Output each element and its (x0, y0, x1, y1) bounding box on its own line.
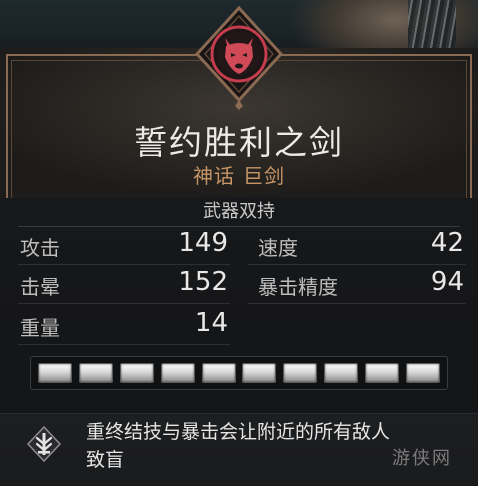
watermark: 游侠网 (392, 448, 452, 469)
stat-label-crit-precision: 暴击精度 (258, 275, 338, 299)
rarity-emblem (193, 2, 285, 110)
upgrade-slot (365, 363, 399, 383)
stat-value-speed: 42 (430, 228, 464, 258)
row-divider (18, 264, 230, 265)
stat-value-attack: 149 (178, 228, 228, 258)
perk-description-line1: 重终结技与暴击会让附近的所有敌人 (86, 421, 391, 443)
upgrade-slot (242, 363, 277, 383)
row-divider (18, 303, 230, 304)
background-chain (408, 0, 456, 52)
stat-label-attack: 攻击 (20, 236, 60, 260)
stat-value-weight: 14 (194, 308, 228, 338)
row-divider (248, 303, 466, 304)
upgrade-slot (119, 363, 154, 383)
stat-label-stun: 击晕 (20, 275, 60, 299)
sword-ability-icon (24, 424, 64, 464)
upgrade-slot (160, 363, 195, 383)
upgrade-slot (324, 363, 359, 383)
weapon-type: 巨剑 (243, 164, 285, 188)
stats-section-title: 武器双持 (18, 200, 460, 227)
row-divider (248, 264, 466, 265)
upgrade-slots (36, 362, 442, 384)
weapon-rarity: 神话 (193, 164, 235, 188)
row-divider (18, 344, 230, 345)
upgrade-slot (78, 363, 113, 383)
upgrade-slot (283, 363, 318, 383)
upgrade-slot (201, 363, 236, 383)
weapon-tooltip: 誓约胜利之剑 神话 巨剑 武器双持 攻击 149 击晕 152 重量 14 速度 … (0, 0, 478, 486)
weapon-subtitle: 神话 巨剑 (0, 160, 478, 189)
stat-label-weight: 重量 (20, 316, 60, 340)
upgrade-slot (38, 363, 72, 383)
weapon-name: 誓约胜利之剑 (134, 123, 344, 162)
stat-label-speed: 速度 (258, 236, 298, 260)
stat-value-crit-precision: 94 (430, 267, 464, 297)
stat-value-stun: 152 (178, 267, 228, 297)
upgrade-slot (405, 363, 440, 383)
